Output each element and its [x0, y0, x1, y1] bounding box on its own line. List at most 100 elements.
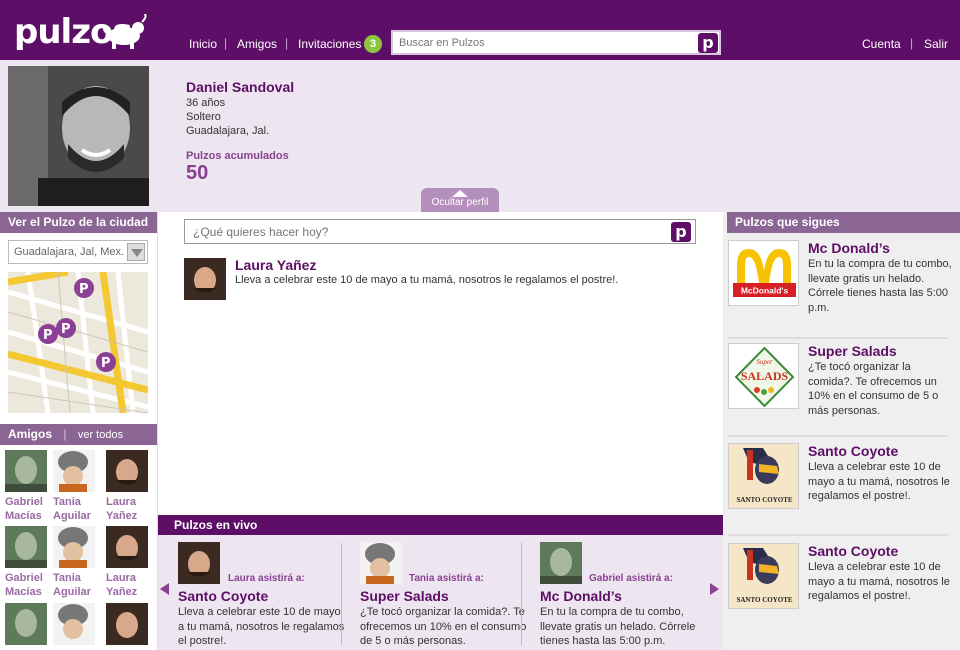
deal-title[interactable]: Santo Coyote [808, 543, 898, 559]
friend-name[interactable]: Laura Yañez [106, 495, 148, 523]
divider [728, 534, 948, 536]
nav-cuenta[interactable]: Cuenta [862, 37, 901, 51]
post-button[interactable]: p [671, 222, 691, 242]
dropdown-arrow-icon[interactable] [127, 243, 145, 261]
svg-text:P: P [61, 322, 71, 337]
deal-title[interactable]: Super Salads [808, 343, 897, 359]
friend-avatar[interactable] [106, 526, 148, 568]
nav-separator: | [224, 36, 228, 50]
friend-card[interactable]: Tania Aguilar [53, 526, 95, 599]
svg-text:SANTO COYOTE: SANTO COYOTE [736, 496, 792, 504]
pulzos-accumulated-label: Pulzos acumulados [186, 150, 289, 162]
search-input[interactable] [399, 35, 689, 51]
friend-card[interactable]: Laura Yañez [106, 450, 148, 523]
friend-name[interactable]: Tania Aguilar [53, 571, 95, 599]
live-card-attendee: Gabriel asistirá a: [589, 573, 673, 584]
live-card-title[interactable]: Mc Donald’s [540, 588, 622, 604]
svg-text:P: P [101, 356, 111, 371]
friend-avatar[interactable] [53, 603, 95, 645]
svg-text:P: P [43, 328, 53, 343]
friend-avatar[interactable] [53, 450, 95, 492]
friend-avatar[interactable] [5, 450, 47, 492]
nav-salir[interactable]: Salir [924, 37, 948, 51]
deal-desc: ¿Te tocó organizar la comida?. Te ofrece… [808, 361, 939, 417]
friend-avatar[interactable] [5, 603, 47, 645]
svg-text:SANTO COYOTE: SANTO COYOTE [736, 596, 792, 604]
profile-age: 36 años [186, 97, 226, 109]
see-all-friends-link[interactable]: ver todos [78, 429, 123, 441]
following-heading: Pulzos que sigues [727, 212, 960, 233]
live-card-title[interactable]: Super Salads [360, 588, 449, 604]
friend-avatar[interactable] [106, 450, 148, 492]
friend-card[interactable]: Gabriel Macías [5, 526, 47, 599]
friends-separator: | [63, 427, 67, 441]
live-card-desc: Lleva a celebrar este 10 de mayo a tu ma… [178, 606, 345, 647]
live-card-avatar[interactable] [178, 542, 220, 584]
nav-amigos[interactable]: Amigos [237, 37, 277, 51]
deal-title[interactable]: Santo Coyote [808, 443, 898, 459]
live-card-desc: ¿Te tocó organizar la comida?. Te ofrece… [360, 606, 527, 647]
deal-desc: En tu la compra de tu combo, llevate gra… [808, 258, 952, 314]
invitations-count-badge[interactable]: 3 [364, 35, 382, 53]
city-select[interactable]: Guadalajara, Jal, Mex. [8, 240, 148, 264]
friend-card[interactable] [53, 603, 95, 645]
friends-heading-label: Amigos [8, 427, 53, 441]
santo-coyote-logo[interactable]: SANTO COYOTE [728, 443, 799, 509]
city-map[interactable]: P P P P [8, 272, 148, 413]
santo-coyote-logo[interactable]: SANTO COYOTE [728, 543, 799, 609]
divider [728, 435, 948, 437]
divider [728, 337, 948, 339]
city-pulzo-heading: Ver el Pulzo de la ciudad [0, 212, 157, 233]
nav-separator: | [910, 36, 914, 50]
friend-card[interactable] [5, 603, 47, 645]
friend-card[interactable]: Laura Yañez [106, 526, 148, 599]
svg-text:McDonald's: McDonald's [741, 286, 789, 296]
live-pulzos-carousel: Laura asistirá a: Santo Coyote Lleva a c… [158, 535, 723, 650]
live-card-avatar[interactable] [540, 542, 582, 584]
collapse-up-icon [452, 190, 468, 197]
friend-card[interactable] [106, 603, 148, 645]
divider [341, 543, 342, 645]
pulzos-p-icon: p [675, 222, 687, 241]
mascot-icon [103, 14, 147, 49]
live-card-avatar[interactable] [360, 542, 402, 584]
friend-avatar[interactable] [5, 526, 47, 568]
deal-title[interactable]: Mc Donald’s [808, 240, 890, 256]
live-card-attendee: Laura asistirá a: [228, 573, 305, 584]
live-card-attendee: Tania asistirá a: [409, 573, 484, 584]
carousel-right-icon[interactable] [710, 583, 719, 595]
profile-status: Soltero [186, 111, 221, 123]
profile-avatar[interactable] [8, 66, 149, 206]
svg-text:Super: Super [756, 358, 773, 366]
live-card-desc: En tu la compra de tu combo, llevate gra… [540, 606, 696, 647]
post-author-avatar[interactable] [184, 258, 226, 300]
deal-desc: Lleva a celebrar este 10 de mayo a tu ma… [808, 461, 950, 502]
status-box: p [184, 219, 696, 244]
friend-avatar[interactable] [53, 526, 95, 568]
friends-heading: Amigos | ver todos [0, 424, 157, 445]
svg-text:SALADS: SALADS [741, 369, 789, 383]
mcdonalds-logo[interactable]: McDonald's [728, 240, 799, 306]
svg-text:P: P [79, 282, 89, 297]
nav-invitaciones[interactable]: Invitaciones [298, 37, 361, 51]
friend-name[interactable]: Gabriel Macías [5, 495, 47, 523]
status-input[interactable] [193, 224, 663, 240]
friend-name[interactable]: Laura Yañez [106, 571, 148, 599]
live-card-title[interactable]: Santo Coyote [178, 588, 268, 604]
hide-profile-button[interactable]: Ocultar perfil [421, 188, 499, 212]
profile-city: Guadalajara, Jal. [186, 125, 270, 137]
post-author-name[interactable]: Laura Yañez [235, 257, 316, 273]
friend-name[interactable]: Gabriel Macías [5, 571, 47, 599]
search-button[interactable]: p [698, 33, 718, 53]
carousel-left-icon[interactable] [160, 583, 169, 595]
friend-card[interactable]: Gabriel Macías [5, 450, 47, 523]
friend-name[interactable]: Tania Aguilar [53, 495, 95, 523]
post-text: Lleva a celebrar este 10 de mayo a tu ma… [235, 274, 619, 286]
deal-desc: Lleva a celebrar este 10 de mayo a tu ma… [808, 561, 950, 602]
live-pulzos-heading: Pulzos en vivo [158, 515, 723, 535]
friend-card[interactable]: Tania Aguilar [53, 450, 95, 523]
nav-inicio[interactable]: Inicio [189, 37, 217, 51]
super-salads-logo[interactable]: Super SALADS [728, 343, 799, 409]
search-box: p [391, 30, 721, 55]
friend-avatar[interactable] [106, 603, 148, 645]
